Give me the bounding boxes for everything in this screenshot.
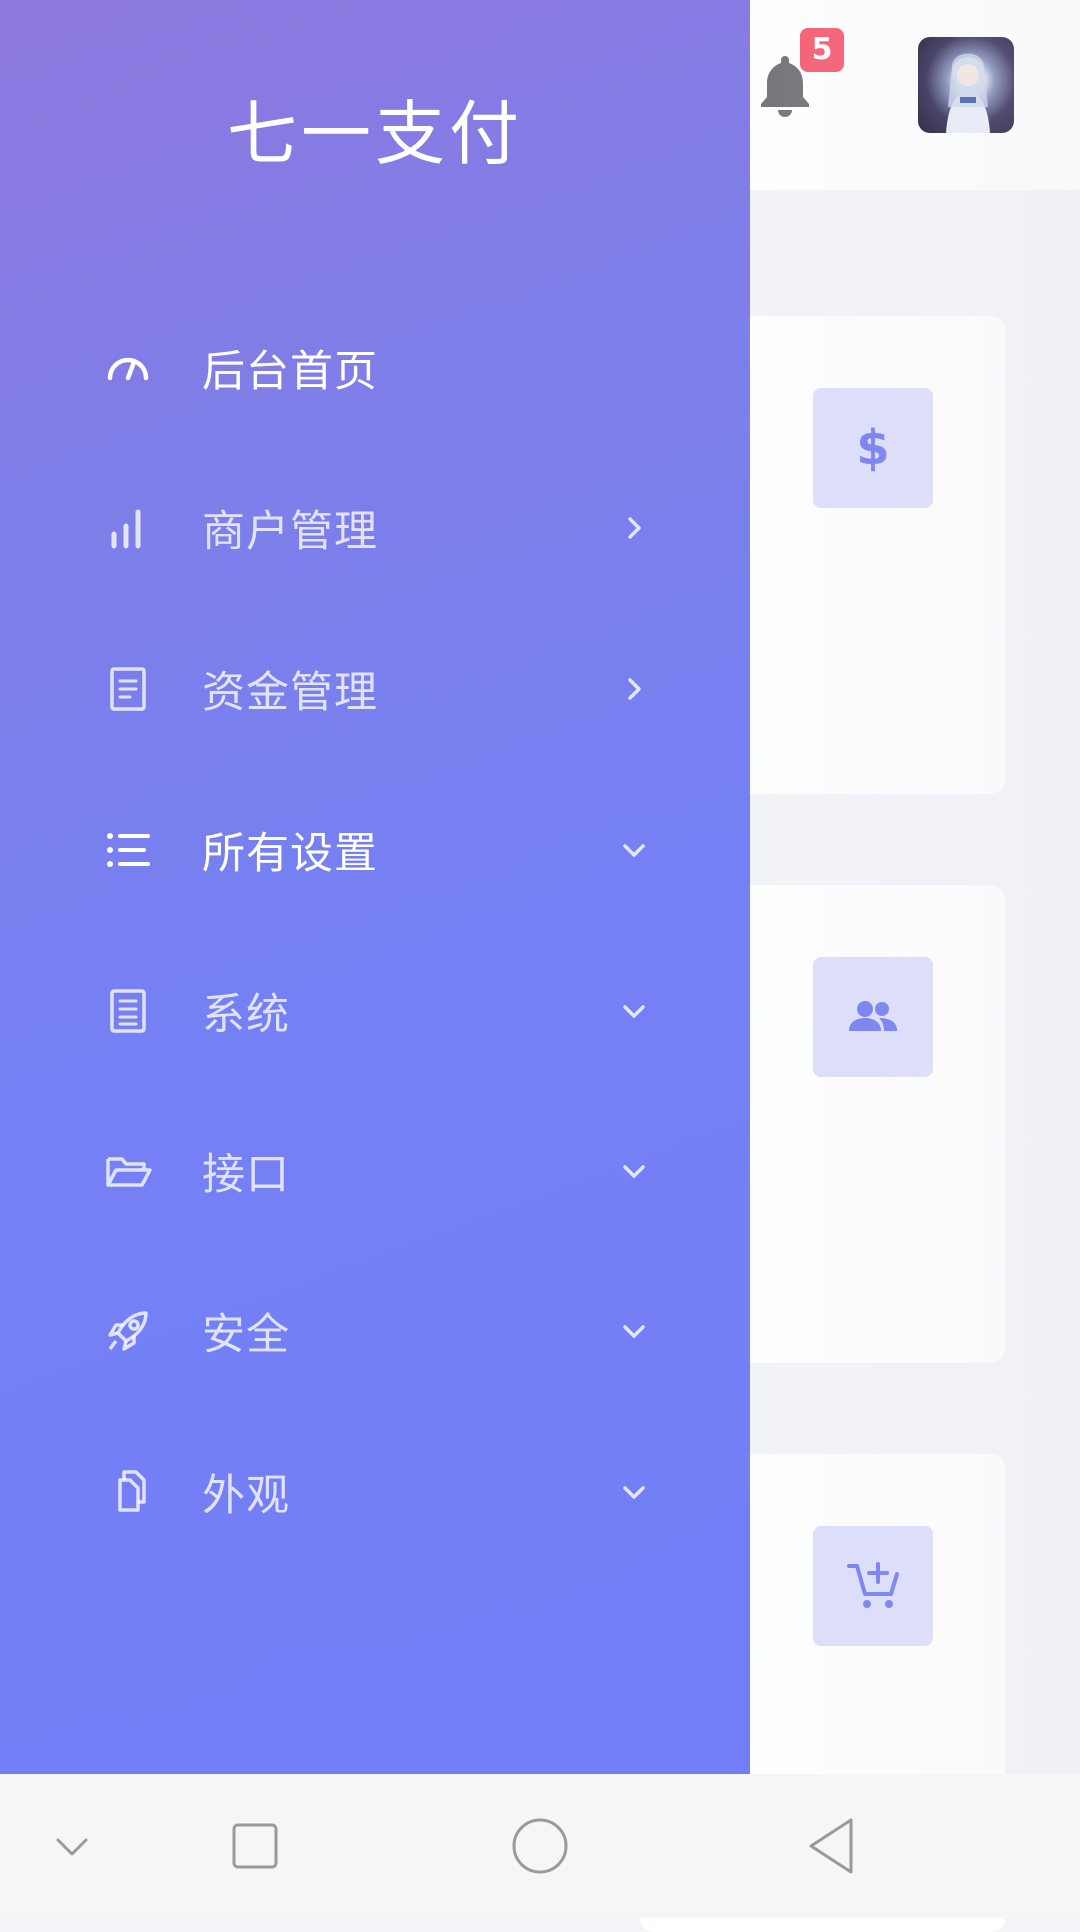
chevron-down-icon (618, 1476, 650, 1508)
sidebar-item-dashboard[interactable]: 后台首页 (0, 313, 750, 423)
recent-apps-square-icon[interactable] (220, 1811, 290, 1881)
folder-open-icon (104, 1147, 152, 1195)
copy-files-icon (104, 1468, 152, 1516)
sidebar-item-funds[interactable]: 资金管理 (0, 634, 750, 744)
sidebar-item-label: 后台首页 (202, 347, 378, 397)
chevron-down-icon (618, 834, 650, 866)
sidebar-item-system[interactable]: 系统 (0, 956, 750, 1066)
bar-chart-icon (104, 504, 152, 552)
sidebar-item-label: 安全 (202, 1310, 290, 1360)
home-circle-icon[interactable] (505, 1811, 575, 1881)
sidebar-item-label: 资金管理 (202, 668, 378, 718)
file-text-icon (104, 987, 152, 1035)
chevron-down-icon (618, 1155, 650, 1187)
app-title: 七一支付 (227, 93, 523, 175)
dollar-icon: $ (813, 388, 933, 508)
sidebar-item-api[interactable]: 接口 (0, 1116, 750, 1226)
cart-add-icon (813, 1526, 933, 1646)
rocket-icon (104, 1307, 152, 1355)
sidebar-item-merchants[interactable]: 商户管理 (0, 473, 750, 583)
sidebar-item-all-settings[interactable]: 所有设置 (0, 795, 750, 905)
document-icon (104, 665, 152, 713)
sidebar-item-label: 所有设置 (202, 829, 378, 879)
sidebar-item-security[interactable]: 安全 (0, 1276, 750, 1386)
system-nav-bar (0, 1774, 1080, 1918)
notification-badge: 5 (800, 28, 844, 72)
collapse-chevron-icon[interactable] (37, 1811, 107, 1881)
avatar[interactable] (918, 37, 1014, 133)
chevron-right-icon (618, 512, 650, 544)
back-triangle-icon[interactable] (796, 1811, 866, 1881)
sidebar-item-label: 接口 (202, 1150, 290, 1200)
chevron-right-icon (618, 673, 650, 705)
users-icon (813, 957, 933, 1077)
sidebar-item-label: 外观 (202, 1471, 290, 1521)
side-drawer: 七一支付 后台首页 商户管理 资金管理 所有设置 系统 接口 安全 外观 (0, 0, 750, 1774)
dashboard-gauge-icon (104, 344, 152, 392)
sidebar-item-label: 系统 (202, 990, 290, 1040)
chevron-down-icon (618, 995, 650, 1027)
sidebar-item-label: 商户管理 (202, 507, 378, 557)
sidebar-item-appearance[interactable]: 外观 (0, 1437, 750, 1547)
list-icon (104, 826, 152, 874)
chevron-down-icon (618, 1315, 650, 1347)
svg-text:$: $ (856, 420, 889, 476)
